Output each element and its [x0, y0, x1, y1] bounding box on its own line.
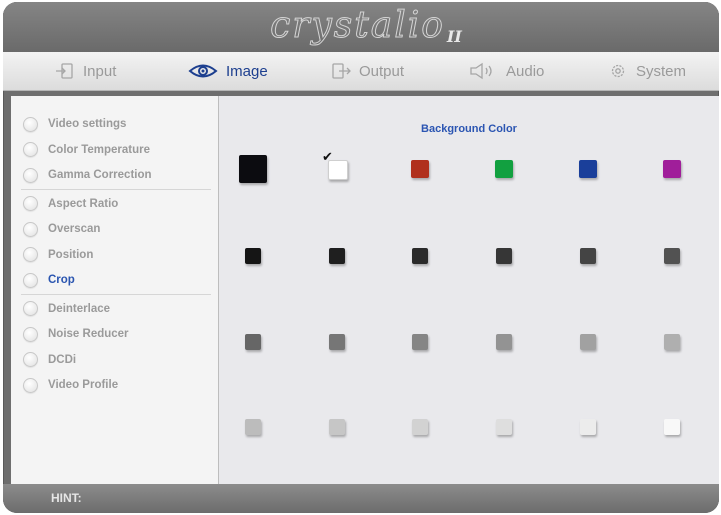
- tab-label: Input: [83, 62, 117, 80]
- tab-label: System: [636, 62, 687, 80]
- color-swatch[interactable]: [580, 248, 596, 264]
- checkmark-icon: ✔: [322, 149, 333, 164]
- sidebar-item-label: Position: [48, 248, 94, 261]
- sidebar-item-label: Noise Reducer: [48, 328, 129, 340]
- color-swatch[interactable]: [664, 334, 680, 350]
- output-icon: [332, 63, 351, 79]
- hint-label: HINT:: [51, 491, 82, 505]
- menu-divider: [21, 188, 211, 190]
- input-icon: [56, 63, 73, 79]
- sidebar-item-label: Gamma Correction: [48, 169, 152, 181]
- color-swatch[interactable]: [495, 160, 513, 178]
- color-swatch[interactable]: [496, 419, 512, 435]
- sidebar-item-deinterlace[interactable]: Deinterlace: [23, 299, 110, 319]
- sidebar-item-crop[interactable]: Crop: [23, 270, 75, 290]
- radio-button[interactable]: [23, 116, 38, 132]
- color-swatch[interactable]: [245, 334, 261, 350]
- sidebar-item-overscan[interactable]: Overscan: [23, 219, 100, 239]
- menu-divider: [21, 293, 211, 295]
- tab-audio[interactable]: Audio: [468, 52, 544, 90]
- sidebar-item-label: Aspect Ratio: [48, 197, 119, 210]
- hint-bar: HINT:: [3, 484, 719, 513]
- sidebar-item-video-profile[interactable]: Video Profile: [23, 375, 118, 395]
- panel-title: Background Color: [421, 123, 517, 135]
- brand-logo-sub: II: [446, 26, 462, 46]
- sidebar-item-label: Overscan: [48, 223, 101, 235]
- brand-logo: crystalio: [270, 4, 445, 46]
- sidebar-item-label: DCDi: [48, 353, 77, 366]
- radio-button[interactable]: [23, 272, 38, 288]
- speaker-icon: [470, 62, 492, 80]
- tab-input[interactable]: Input: [55, 52, 116, 90]
- sidebar-item-label: Video settings: [48, 118, 127, 130]
- radio-button[interactable]: [23, 221, 38, 237]
- background-color-panel: Background Color ✔: [219, 96, 719, 484]
- radio-button[interactable]: [23, 301, 38, 316]
- sidebar-item-label: Deinterlace: [48, 302, 111, 315]
- tab-label: Output: [359, 62, 405, 80]
- eye-icon: [188, 64, 218, 78]
- color-swatch[interactable]: [245, 419, 261, 435]
- tab-label: Image: [226, 62, 268, 80]
- color-swatch[interactable]: [496, 248, 512, 264]
- radio-button[interactable]: [23, 377, 38, 393]
- color-swatch[interactable]: [411, 160, 429, 178]
- sidebar-item-aspect-ratio[interactable]: Aspect Ratio: [23, 194, 118, 214]
- color-swatch[interactable]: [239, 155, 267, 183]
- radio-button[interactable]: [23, 196, 38, 211]
- color-swatch[interactable]: [412, 419, 428, 435]
- sidebar-item-position[interactable]: Position: [23, 245, 93, 265]
- color-swatch[interactable]: [329, 248, 345, 264]
- color-swatch[interactable]: [580, 419, 596, 435]
- tab-image[interactable]: Image: [188, 52, 268, 90]
- gear-icon: [611, 64, 625, 78]
- sidebar-item-video-settings[interactable]: Video settings: [23, 114, 126, 134]
- radio-button[interactable]: [23, 352, 38, 367]
- tab-system[interactable]: System: [608, 52, 686, 90]
- sidebar-item-color-temperature[interactable]: Color Temperature: [23, 140, 150, 160]
- sidebar-item-dcdi[interactable]: DCDi: [23, 350, 76, 370]
- sidebar-item-label: Video Profile: [48, 379, 119, 391]
- sidebar-item-gamma-correction[interactable]: Gamma Correction: [23, 165, 152, 185]
- radio-button[interactable]: [23, 142, 38, 157]
- sidebar-menu: Video settings Color Temperature Gamma Cor…: [11, 96, 219, 484]
- sidebar-item-noise-reducer[interactable]: Noise Reducer: [23, 324, 129, 344]
- color-swatch[interactable]: [329, 419, 345, 435]
- sidebar-item-label: Crop: [48, 274, 75, 286]
- tab-output[interactable]: Output: [331, 52, 404, 90]
- color-swatch[interactable]: [412, 334, 428, 350]
- tab-label: Audio: [506, 62, 545, 80]
- radio-button[interactable]: [23, 326, 38, 342]
- title-bar: crystalio II: [3, 2, 719, 52]
- color-swatch[interactable]: [663, 160, 681, 178]
- sidebar-item-label: Color Temperature: [48, 143, 151, 156]
- color-swatch[interactable]: [496, 334, 512, 350]
- color-swatch[interactable]: [329, 334, 345, 350]
- color-swatch[interactable]: [664, 419, 680, 435]
- color-swatch[interactable]: [579, 160, 597, 178]
- color-swatch[interactable]: [580, 334, 596, 350]
- radio-button[interactable]: [23, 167, 38, 183]
- tab-bar: Input Image Output Audio System: [3, 52, 719, 91]
- app-window: crystalio II Input Image Output Audio Sy…: [3, 2, 719, 513]
- radio-button[interactable]: [23, 247, 38, 262]
- color-swatch[interactable]: [412, 248, 428, 264]
- color-swatch[interactable]: [664, 248, 680, 264]
- color-swatch[interactable]: [245, 248, 261, 264]
